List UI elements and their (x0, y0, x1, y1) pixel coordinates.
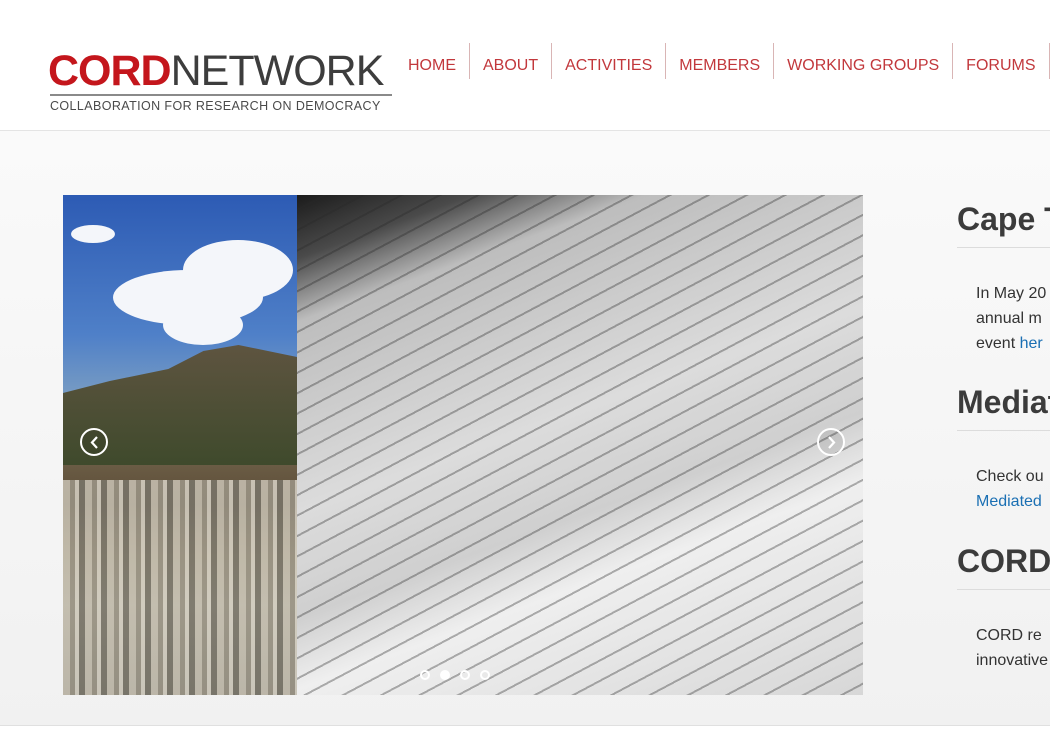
nav-working-groups[interactable]: WORKING GROUPS (773, 43, 952, 79)
nav-members[interactable]: MEMBERS (665, 43, 773, 79)
image-slider[interactable] (63, 195, 863, 695)
nav-about[interactable]: ABOUT (469, 43, 551, 79)
chevron-left-icon (90, 436, 98, 449)
sidebar-title-mediated[interactable]: Mediat (957, 374, 1050, 431)
text-line: annual m (976, 310, 1042, 327)
slider-pagination (420, 667, 500, 680)
text-fragment: event (976, 335, 1020, 352)
logo-divider (50, 94, 392, 96)
sidebar-text-cord: CORD re innovative (957, 590, 1050, 673)
sidebar-title-cape-town[interactable]: Cape T (957, 191, 1050, 248)
nav-home[interactable]: HOME (395, 43, 469, 79)
text-line: innovative (976, 652, 1049, 669)
slider-dot[interactable] (460, 670, 470, 680)
sidebar-title-cord[interactable]: CORD (957, 533, 1050, 590)
slider-next-button[interactable] (817, 428, 845, 456)
logo-wordmark: CORDNETWORK (48, 47, 385, 95)
text-line: Check ou (976, 468, 1044, 485)
cord-network-logo[interactable]: CORDNETWORK COLLABORATION FOR RESEARCH O… (48, 47, 394, 120)
sidebar-text-mediated: Check ou Mediated (957, 431, 1050, 533)
nav-activities[interactable]: ACTIVITIES (551, 43, 665, 79)
slider-dot[interactable] (420, 670, 430, 680)
text-line: In May 20 (976, 285, 1047, 302)
slider-prev-button[interactable] (80, 428, 108, 456)
text-line: event her (976, 331, 1050, 356)
slider-dot-active[interactable] (440, 670, 450, 680)
news-sidebar: Cape T In May 20 annual m event her Medi… (957, 191, 1050, 673)
text-line: CORD re (976, 627, 1042, 644)
main-navigation: HOME ABOUT ACTIVITIES MEMBERS WORKING GROUPS… (395, 43, 1050, 79)
main-content: Cape T In May 20 annual m event her Medi… (0, 131, 1050, 726)
site-header: CORDNETWORK COLLABORATION FOR RESEARCH O… (0, 0, 1050, 131)
logo-cord-text: CORD (48, 47, 172, 95)
here-link[interactable]: her (1020, 335, 1043, 352)
slider-dot[interactable] (480, 670, 490, 680)
nav-forums[interactable]: FORUMS (952, 43, 1048, 79)
slide-image-book (297, 195, 863, 695)
sidebar-text-cape-town: In May 20 annual m event her (957, 248, 1050, 374)
logo-network-text: NETWORK (170, 47, 385, 95)
mediated-link[interactable]: Mediated (976, 489, 1050, 514)
chevron-right-icon (828, 436, 836, 449)
logo-tagline: COLLABORATION FOR RESEARCH ON DEMOCRACY (50, 99, 381, 113)
